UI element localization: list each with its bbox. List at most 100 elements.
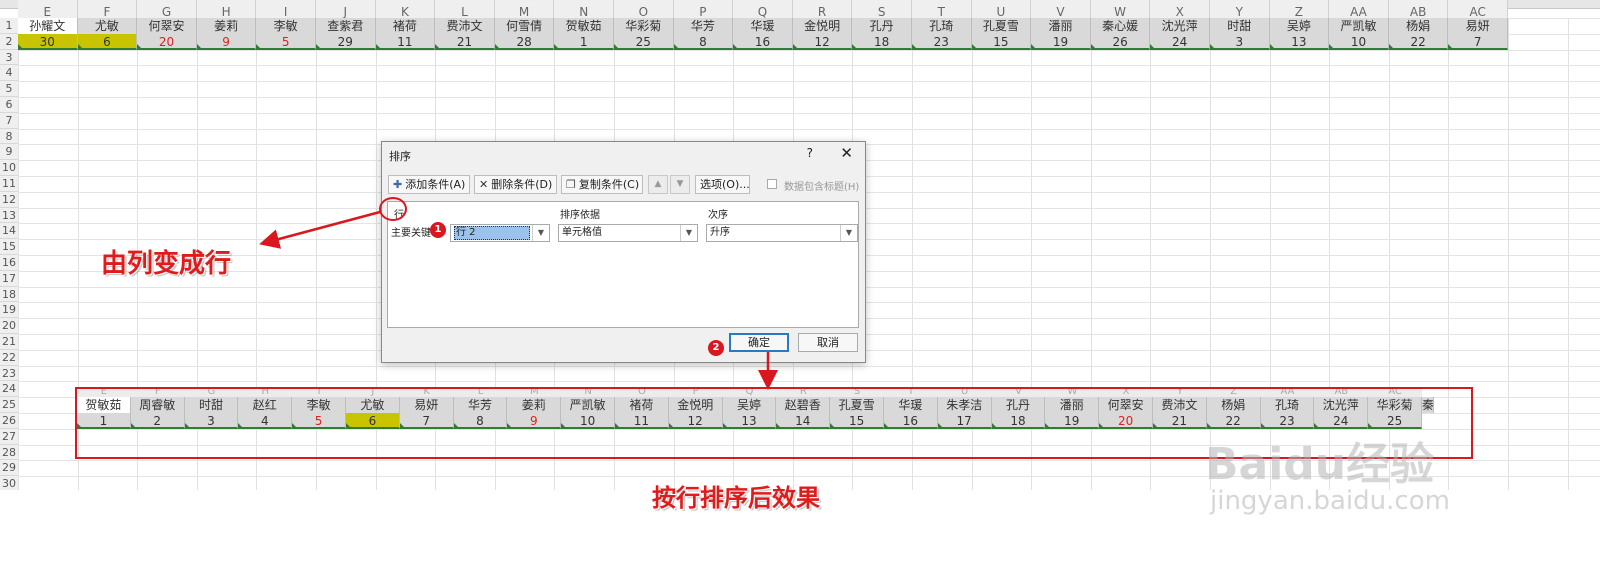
name-cell[interactable]: 贺敏茹 (554, 18, 614, 34)
row-number[interactable]: 19 (0, 302, 18, 319)
row-number[interactable]: 26 (0, 413, 18, 429)
value-cell[interactable]: 23 (912, 33, 972, 50)
value-cell[interactable]: 8 (673, 33, 734, 50)
column-header[interactable]: AC (1448, 0, 1508, 19)
row-number[interactable]: 3 (0, 49, 18, 66)
name-cell[interactable]: 时甜 (1210, 18, 1270, 34)
name-cell[interactable]: 易妍 (1448, 18, 1508, 34)
name-cell[interactable]: 秦心媛 (1090, 18, 1151, 34)
options-button[interactable]: 选项(O)... (695, 175, 750, 194)
row-number[interactable]: 25 (0, 397, 18, 413)
cancel-button[interactable]: 取消 (798, 333, 858, 352)
column-header[interactable]: M (494, 0, 555, 19)
value-cell[interactable]: 21 (435, 33, 495, 50)
row-number[interactable]: 12 (0, 191, 18, 208)
row-number[interactable]: 5 (0, 81, 18, 97)
column-header[interactable]: V (1031, 0, 1091, 19)
row-number[interactable]: 18 (0, 286, 18, 303)
row-number[interactable]: 22 (0, 349, 18, 366)
name-cell[interactable]: 孔琦 (912, 18, 972, 34)
row-number[interactable]: 4 (0, 65, 18, 82)
value-cell[interactable]: 28 (494, 33, 555, 50)
row-number[interactable]: 9 (0, 144, 18, 161)
value-cell[interactable]: 13 (1269, 33, 1330, 50)
column-header[interactable]: W (1090, 0, 1151, 19)
row-number[interactable]: 1 (0, 18, 18, 34)
column-header[interactable]: AB (1388, 0, 1449, 19)
value-cell[interactable]: 29 (316, 33, 376, 50)
value-cell[interactable]: 7 (1448, 33, 1508, 50)
column-header[interactable]: U (971, 0, 1032, 19)
row-number[interactable]: 14 (0, 223, 18, 240)
value-cell[interactable]: 20 (137, 33, 197, 50)
name-cell[interactable]: 褚荷 (375, 18, 436, 34)
column-header[interactable]: J (316, 0, 376, 19)
row-number[interactable]: 17 (0, 270, 18, 287)
name-cell[interactable]: 金悦明 (792, 18, 853, 34)
value-cell[interactable]: 15 (971, 33, 1032, 50)
row-number[interactable]: 24 (0, 381, 18, 398)
move-down-button[interactable]: ▼ (670, 175, 690, 194)
name-cell[interactable]: 何翠安 (137, 18, 197, 34)
column-header[interactable]: R (792, 0, 853, 19)
row-number[interactable]: 23 (0, 365, 18, 382)
row-number[interactable]: 11 (0, 176, 18, 192)
column-header[interactable]: AA (1329, 0, 1389, 19)
name-cell[interactable]: 孔夏雪 (971, 18, 1032, 34)
delete-condition-button[interactable]: ✕ 删除条件(D) (474, 175, 557, 194)
column-header[interactable]: Z (1269, 0, 1330, 19)
name-cell[interactable]: 吴婷 (1269, 18, 1330, 34)
row-number[interactable]: 21 (0, 334, 18, 350)
name-cell[interactable]: 孔丹 (852, 18, 912, 34)
sort-condition-list[interactable]: 行 排序依据 次序 主要关键字 行 2 ▼ 单元格值 ▼ 升序 ▼ (387, 201, 859, 328)
column-header[interactable]: O (614, 0, 674, 19)
value-cell[interactable]: 26 (1090, 33, 1151, 50)
move-up-button[interactable]: ▲ (648, 175, 668, 194)
value-cell[interactable]: 6 (77, 33, 138, 50)
row-number[interactable]: 29 (0, 460, 18, 477)
row-number[interactable]: 6 (0, 97, 18, 113)
name-cell[interactable]: 华彩菊 (614, 18, 674, 34)
column-header[interactable]: I (256, 0, 316, 19)
row-number[interactable]: 13 (0, 207, 18, 224)
row-number[interactable]: 10 (0, 160, 18, 176)
order-select[interactable]: 升序 ▼ (706, 224, 858, 242)
sort-dialog[interactable]: 排序 ? ✕ ✚ 添加条件(A) ✕ 删除条件(D) ❐ 复制条件(C) ▲ ▼ 选项… (381, 141, 866, 363)
value-cell[interactable]: 11 (375, 33, 436, 50)
value-cell[interactable]: 10 (1329, 33, 1389, 50)
name-cell[interactable]: 沈光萍 (1150, 18, 1210, 34)
column-header[interactable]: Q (733, 0, 793, 19)
row-number[interactable]: 20 (0, 318, 18, 334)
column-header[interactable]: L (435, 0, 495, 19)
value-cell[interactable]: 3 (1210, 33, 1270, 50)
column-header[interactable]: Y (1210, 0, 1270, 19)
column-header[interactable]: S (852, 0, 912, 19)
row-number[interactable]: 28 (0, 444, 18, 461)
name-cell[interactable]: 姜莉 (196, 18, 257, 34)
column-header[interactable]: E (18, 0, 78, 19)
column-header[interactable]: F (77, 0, 138, 19)
column-header[interactable]: K (375, 0, 436, 19)
column-header[interactable]: G (137, 0, 197, 19)
sort-on-select[interactable]: 单元格值 ▼ (558, 224, 698, 242)
name-cell[interactable]: 李敏 (256, 18, 316, 34)
name-cell[interactable]: 查紫君 (316, 18, 376, 34)
column-header[interactable]: P (673, 0, 734, 19)
value-cell[interactable]: 25 (614, 33, 674, 50)
name-cell[interactable]: 何雪倩 (494, 18, 555, 34)
help-button[interactable]: ? (807, 146, 813, 160)
value-cell[interactable]: 9 (196, 33, 257, 50)
row-number[interactable]: 15 (0, 239, 18, 255)
name-cell[interactable]: 费沛文 (435, 18, 495, 34)
row-number[interactable]: 16 (0, 255, 18, 271)
column-header[interactable]: X (1150, 0, 1210, 19)
row-number[interactable]: 30 (0, 476, 18, 490)
name-cell[interactable]: 孙耀文 (18, 18, 78, 34)
row-number[interactable]: 2 (0, 33, 18, 50)
value-cell[interactable]: 1 (554, 33, 614, 50)
column-header[interactable]: T (912, 0, 972, 19)
value-cell[interactable]: 18 (852, 33, 912, 50)
copy-condition-button[interactable]: ❐ 复制条件(C) (561, 175, 643, 194)
primary-key-select[interactable]: 行 2 ▼ (450, 224, 550, 242)
header-checkbox[interactable] (767, 179, 777, 189)
